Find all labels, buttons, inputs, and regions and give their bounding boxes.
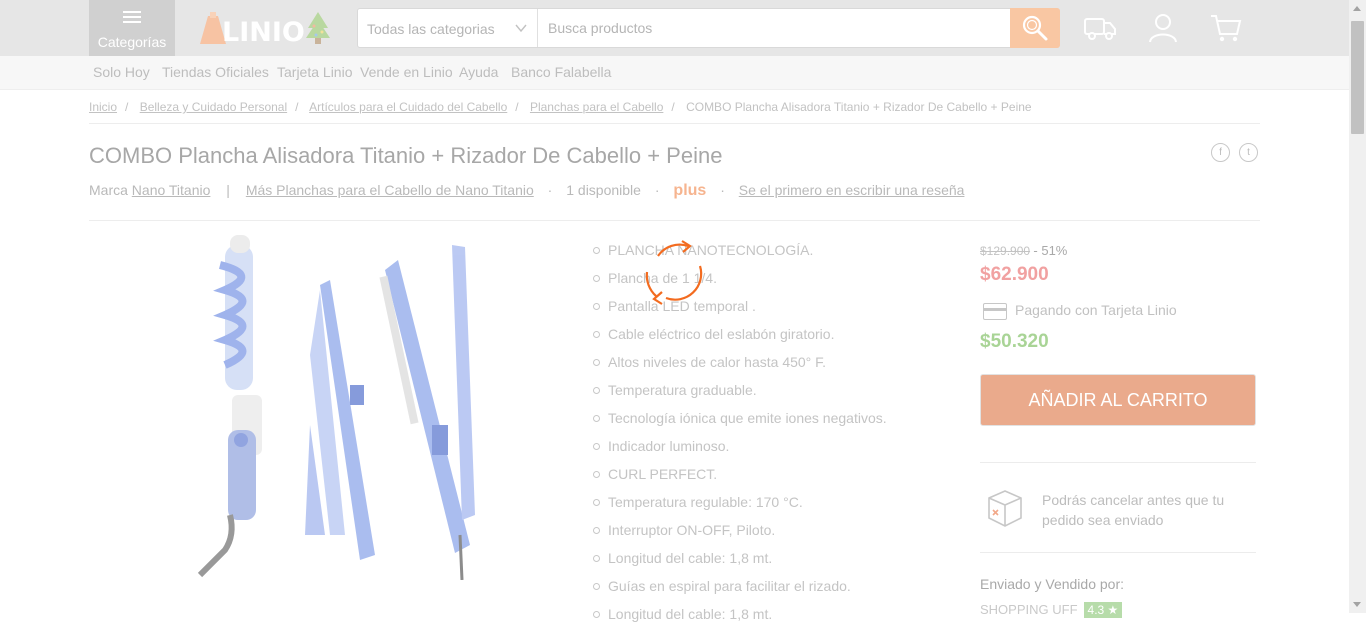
list-item: Interruptor ON-OFF, Piloto. [593,520,933,548]
discount-badge: - 51% [1033,243,1068,258]
list-item: Guías en espiral para facilitar el rizad… [593,576,933,604]
breadcrumb-current: COMBO Plancha Alisadora Titanio + Rizado… [686,100,1032,114]
user-icon[interactable] [1145,10,1181,46]
stock-text: 1 disponible [566,182,641,198]
seller-rating-badge: 4.3 ★ [1083,602,1123,618]
current-price: $62.900 [980,264,1049,285]
truck-icon[interactable] [1082,10,1118,46]
card-label: Pagando con Tarjeta Linio [1015,302,1177,318]
product-meta: Marca Nano Titanio | Más Planchas para e… [89,182,965,199]
nav-solo-hoy[interactable]: Solo Hoy [93,64,150,80]
divider [89,123,1260,124]
categories-label: Categorías [97,34,167,50]
box-cancel-icon [988,490,1022,527]
category-select-value: Todas las categorias [367,21,495,37]
logo-text: LINIO [222,17,305,48]
cancel-note: Podrás cancelar antes que tu pedido sea … [1042,492,1225,528]
page-title: COMBO Plancha Alisadora Titanio + Rizado… [89,143,723,168]
search-bar: Todas las categorias [357,8,1060,48]
breadcrumb-link[interactable]: Artículos para el Cuidado del Cabello [309,100,507,114]
search-button[interactable] [1010,8,1060,48]
list-item: Longitud del cable: 1,8 mt. [593,548,933,576]
nav-ayuda[interactable]: Ayuda [459,64,498,80]
facebook-icon[interactable]: f [1211,143,1230,162]
old-price: $129.900 [980,244,1031,258]
linio-logo[interactable]: LINIO [196,8,336,48]
card-payment-line: Pagando con Tarjeta Linio [983,302,1177,320]
loading-spinner-icon [645,240,703,305]
chevron-down-icon [515,24,527,33]
review-link[interactable]: Se el primero en escribir una reseña [739,182,965,198]
twitter-icon[interactable]: t [1239,143,1258,162]
list-item: Longitud del cable: 1,8 mt. [593,604,933,632]
add-to-cart-button[interactable]: AÑADIR AL CARRITO [980,374,1256,426]
scroll-down-arrow-icon[interactable] [1353,602,1361,607]
breadcrumb-link[interactable]: Belleza y Cuidado Personal [140,100,287,114]
header: Categorías LINIO Todas las categorias [0,0,1366,56]
divider [980,462,1256,463]
seller-line: SHOPPING UFF 4.3 ★ [980,602,1123,618]
scroll-up-arrow-icon[interactable] [1353,6,1361,11]
cart-icon[interactable] [1208,10,1244,46]
divider [980,552,1256,553]
nav-vende-en-linio[interactable]: Vende en Linio [360,64,453,80]
card-price: $50.320 [980,331,1049,352]
category-select[interactable]: Todas las categorias [358,9,538,47]
seller-name[interactable]: SHOPPING UFF [980,602,1078,617]
christmas-tree-icon [306,12,330,44]
list-item: CURL PERFECT. [593,464,933,492]
divider [89,220,1260,221]
old-price-line: $129.900 - 51% [980,243,1067,258]
nav-tarjeta-linio[interactable]: Tarjeta Linio [277,64,353,80]
more-link[interactable]: Más Planchas para el Cabello de Nano Tit… [246,182,534,198]
list-item: Tecnología iónica que emite iones negati… [593,408,933,436]
list-item: Indicador luminoso. [593,436,933,464]
sold-by-label: Enviado y Vendido por: [980,576,1124,592]
list-item: Temperatura regulable: 170 °C. [593,492,933,520]
categories-button[interactable]: Categorías [89,0,175,56]
plus-badge: plus [673,182,707,199]
list-item: Temperatura graduable. [593,380,933,408]
credit-card-icon [983,302,1007,320]
brand-prefix: Marca [89,182,128,198]
nav-tiendas-oficiales[interactable]: Tiendas Oficiales [162,64,269,80]
scrollbar[interactable] [1349,0,1366,613]
breadcrumb: Inicio / Belleza y Cuidado Personal / Artí… [89,100,1032,114]
nav-banco-falabella[interactable]: Banco Falabella [511,64,611,80]
product-image[interactable] [170,235,530,580]
breadcrumb-link[interactable]: Planchas para el Cabello [530,100,663,114]
search-input[interactable] [539,9,1011,47]
list-item: Altos niveles de calor hasta 450° F. [593,352,933,380]
top-nav: Solo Hoy Tiendas Oficiales Tarjeta Linio… [0,56,1366,90]
brand-link[interactable]: Nano Titanio [132,182,211,198]
menu-icon [123,11,141,23]
breadcrumb-link[interactable]: Inicio [89,100,117,114]
search-icon [1022,15,1048,41]
list-item: Cable eléctrico del eslabón giratorio. [593,324,933,352]
scroll-thumb[interactable] [1351,21,1364,134]
